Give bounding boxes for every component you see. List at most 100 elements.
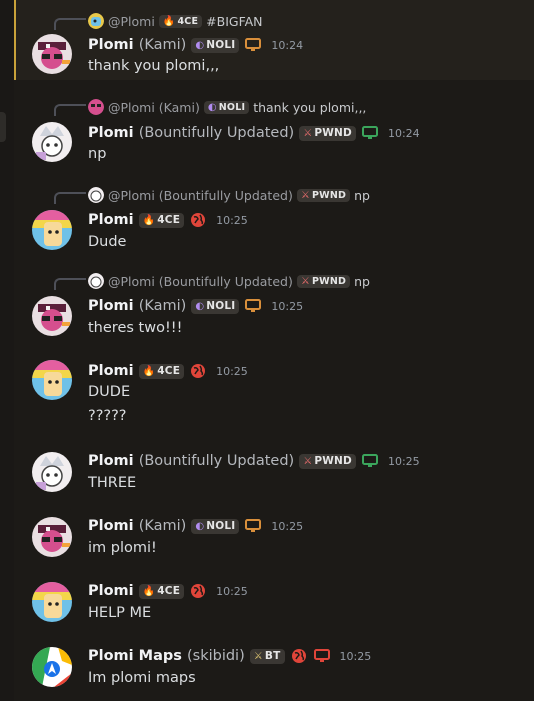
- timestamp[interactable]: 10:25: [340, 650, 372, 663]
- username[interactable]: Plomi: [88, 363, 134, 379]
- reply-connector: [54, 278, 86, 290]
- avatar[interactable]: [32, 210, 72, 250]
- timestamp[interactable]: 10:24: [271, 39, 303, 52]
- reply-author[interactable]: @Plomi: [108, 14, 155, 29]
- desktop-icon: [361, 452, 379, 470]
- username[interactable]: Plomi: [88, 212, 134, 228]
- guild-tag[interactable]: ⚔ PWND: [299, 453, 356, 469]
- guild-tag[interactable]: 🔥 4CE: [138, 583, 185, 599]
- guild-tag[interactable]: ⚔ PWND: [299, 125, 356, 141]
- message-header: Plomi (Kami) ◐ NOLI 10:24: [88, 36, 303, 54]
- globe-icon: [189, 211, 207, 229]
- avatar[interactable]: [32, 452, 72, 492]
- reply-text: np: [354, 187, 370, 203]
- message-header: Plomi 🔥 4CE 10:25: [88, 362, 248, 380]
- guild-tag[interactable]: ⚔ BT: [249, 648, 285, 664]
- username[interactable]: Plomi (Bountifully Updated): [88, 453, 294, 469]
- reply-connector: [54, 192, 86, 204]
- message-text: HELP ME: [88, 605, 152, 621]
- timestamp[interactable]: 10:25: [216, 585, 248, 598]
- guild-tag: ◐ NOLI: [203, 100, 250, 114]
- message-item[interactable]: Plomi (Bountifully Updated) ⚔ PWND 10:25 …: [14, 446, 534, 502]
- message-header: Plomi (Bountifully Updated) ⚔ PWND 10:24: [88, 124, 420, 142]
- avatar[interactable]: [32, 517, 72, 557]
- timestamp[interactable]: 10:24: [388, 127, 420, 140]
- username[interactable]: Plomi: [88, 583, 134, 599]
- reply-preview[interactable]: @Plomi (Bountifully Updated) ⚔ PWND np: [88, 186, 370, 204]
- message-text: DUDE: [88, 384, 131, 400]
- guild-tag: ⚔ PWND: [296, 188, 351, 202]
- scroll-indicator[interactable]: [0, 112, 6, 142]
- reply-connector: [54, 104, 86, 116]
- timestamp[interactable]: 10:25: [271, 300, 303, 313]
- message-text: Dude: [88, 234, 127, 250]
- desktop-icon: [313, 647, 331, 665]
- avatar[interactable]: [32, 582, 72, 622]
- fire-icon: 🔥: [142, 214, 156, 226]
- guild-tag[interactable]: 🔥 4CE: [138, 363, 185, 379]
- username[interactable]: Plomi (Kami): [88, 518, 186, 534]
- guild-tag: 🔥 4CE: [158, 14, 203, 28]
- guild-tag[interactable]: ◐ NOLI: [191, 37, 240, 53]
- reply-preview[interactable]: @Plomi (Bountifully Updated) ⚔ PWND np: [88, 272, 370, 290]
- reply-text: np: [354, 273, 370, 289]
- reply-text: thank you plomi,,,: [253, 99, 367, 115]
- message-item[interactable]: Plomi 🔥 4CE 10:25 DUDE ?????: [14, 354, 534, 434]
- reply-author[interactable]: @Plomi (Bountifully Updated): [108, 188, 293, 203]
- avatar[interactable]: [32, 296, 72, 336]
- username[interactable]: Plomi Maps (skibidi): [88, 648, 245, 664]
- guild-tag[interactable]: ◐ NOLI: [191, 518, 240, 534]
- fire-icon: 🔥: [142, 365, 156, 377]
- message-text: np: [88, 146, 107, 162]
- message-item[interactable]: @Plomi (Bountifully Updated) ⚔ PWND np Pl…: [14, 178, 534, 258]
- fire-icon: 🔥: [162, 15, 176, 27]
- desktop-icon: [244, 297, 262, 315]
- avatar[interactable]: [32, 360, 72, 400]
- reply-preview[interactable]: @Plomi 🔥 4CE #BIGFAN: [88, 12, 263, 30]
- message-item[interactable]: Plomi (Kami) ◐ NOLI 10:25 im plomi!: [14, 511, 534, 567]
- moon-icon: ◐: [195, 520, 205, 532]
- message-text: THREE: [88, 475, 137, 491]
- moon-icon: ◐: [207, 101, 217, 113]
- username[interactable]: Plomi (Bountifully Updated): [88, 125, 294, 141]
- timestamp[interactable]: 10:25: [216, 365, 248, 378]
- desktop-icon: [361, 124, 379, 142]
- moon-icon: ◐: [195, 39, 205, 51]
- message-header: Plomi (Bountifully Updated) ⚔ PWND 10:25: [88, 452, 420, 470]
- message-item[interactable]: @Plomi 🔥 4CE #BIGFAN Plomi (Kami) ◐ NOLI 1…: [14, 0, 534, 80]
- desktop-icon: [244, 36, 262, 54]
- message-item[interactable]: Plomi Maps (skibidi) ⚔ BT 10:25 Im plomi …: [14, 641, 534, 697]
- sword-icon: ⚔: [303, 127, 313, 139]
- reply-connector: [54, 18, 86, 30]
- timestamp[interactable]: 10:25: [271, 520, 303, 533]
- message-item[interactable]: @Plomi (Bountifully Updated) ⚔ PWND np Pl…: [14, 264, 534, 344]
- message-item[interactable]: @Plomi (Kami) ◐ NOLI thank you plomi,,, P…: [14, 92, 534, 172]
- reply-avatar: [88, 13, 104, 29]
- reply-preview[interactable]: @Plomi (Kami) ◐ NOLI thank you plomi,,,: [88, 98, 366, 116]
- fire-icon: 🔥: [142, 585, 156, 597]
- timestamp[interactable]: 10:25: [216, 214, 248, 227]
- username[interactable]: Plomi (Kami): [88, 37, 186, 53]
- message-text: ?????: [88, 408, 127, 424]
- guild-tag[interactable]: ◐ NOLI: [191, 298, 240, 314]
- avatar[interactable]: [32, 122, 72, 162]
- guild-tag[interactable]: 🔥 4CE: [138, 212, 185, 228]
- desktop-icon: [244, 517, 262, 535]
- message-header: Plomi (Kami) ◐ NOLI 10:25: [88, 517, 303, 535]
- message-text: im plomi!: [88, 540, 157, 556]
- sword-icon: ⚔: [253, 650, 263, 662]
- avatar[interactable]: [32, 647, 72, 687]
- message-header: Plomi (Kami) ◐ NOLI 10:25: [88, 297, 303, 315]
- reply-text: #BIGFAN: [206, 13, 263, 29]
- sword-icon: ⚔: [303, 455, 313, 467]
- globe-icon: [189, 582, 207, 600]
- reply-author[interactable]: @Plomi (Bountifully Updated): [108, 274, 293, 289]
- moon-icon: ◐: [195, 300, 205, 312]
- timestamp[interactable]: 10:25: [388, 455, 420, 468]
- avatar[interactable]: [32, 34, 72, 74]
- reply-author[interactable]: @Plomi (Kami): [108, 100, 200, 115]
- username[interactable]: Plomi (Kami): [88, 298, 186, 314]
- message-item[interactable]: Plomi 🔥 4CE 10:25 HELP ME: [14, 576, 534, 632]
- sword-icon: ⚔: [300, 275, 311, 287]
- message-header: Plomi Maps (skibidi) ⚔ BT 10:25: [88, 647, 371, 665]
